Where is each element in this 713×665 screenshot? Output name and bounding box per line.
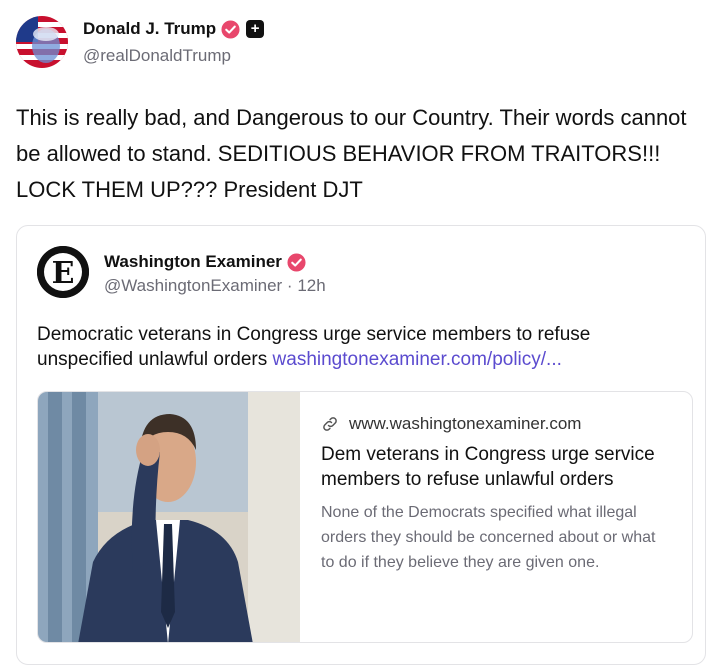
- plus-badge-icon: +: [246, 20, 265, 38]
- separator: ·: [282, 276, 298, 295]
- author-handle[interactable]: @realDonaldTrump: [83, 46, 264, 66]
- link-title: Dem veterans in Congress urge service me…: [321, 444, 655, 490]
- link-preview-card[interactable]: www.washingtonexaminer.com Dem veterans …: [37, 391, 693, 643]
- link-domain: www.washingtonexaminer.com: [349, 414, 582, 433]
- avatar-image: [16, 16, 68, 68]
- quoted-author-handle[interactable]: @WashingtonExaminer: [104, 276, 282, 295]
- link-preview-body: www.washingtonexaminer.com Dem veterans …: [321, 414, 661, 575]
- author-name[interactable]: Donald J. Trump: [83, 19, 216, 39]
- verified-badge-icon: [287, 252, 306, 272]
- verified-badge-icon: [221, 19, 240, 39]
- link-description: None of the Democrats specified what ill…: [321, 504, 656, 571]
- quoted-post-header: E Washington Examiner @WashingtonExamine…: [37, 246, 326, 298]
- post-time[interactable]: 12h: [297, 276, 325, 295]
- inline-link[interactable]: washingtonexaminer.com/policy/...: [273, 349, 562, 370]
- link-preview-image[interactable]: [38, 392, 300, 642]
- post-text: This is really bad, and Dangerous to our…: [16, 105, 687, 202]
- avatar-letter: E: [52, 256, 75, 291]
- preview-photo: [38, 392, 300, 642]
- domain-row: www.washingtonexaminer.com: [321, 414, 661, 434]
- quoted-post-text: Democratic veterans in Congress urge ser…: [37, 322, 687, 372]
- quoted-author-avatar[interactable]: E: [37, 246, 89, 298]
- quoted-post-card[interactable]: E Washington Examiner @WashingtonExamine…: [16, 225, 706, 665]
- quoted-avatar-logo: E: [37, 246, 89, 298]
- quoted-handle-row: @WashingtonExaminer · 12h: [104, 276, 326, 296]
- link-chain-icon: [323, 417, 337, 431]
- post-header: Donald J. Trump + @realDonaldTrump: [16, 16, 265, 68]
- author-avatar[interactable]: [16, 16, 68, 68]
- quoted-author-name[interactable]: Washington Examiner: [104, 252, 282, 272]
